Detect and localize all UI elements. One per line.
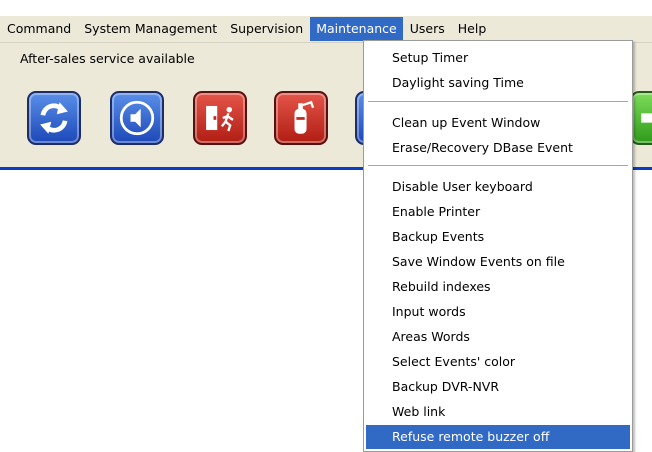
menu-system-management[interactable]: System Management <box>78 17 223 41</box>
menu-item-erase-recovery-dbase-event[interactable]: Erase/Recovery DBase Event <box>366 136 630 160</box>
menu-item-refuse-remote-buzzer-off[interactable]: Refuse remote buzzer off <box>366 425 630 449</box>
mute-button[interactable] <box>110 91 164 145</box>
menu-command[interactable]: Command <box>1 17 77 41</box>
status-text: After-sales service available <box>20 51 195 66</box>
menu-item-rebuild-indexes[interactable]: Rebuild indexes <box>366 275 630 299</box>
menu-supervision[interactable]: Supervision <box>224 17 309 41</box>
menu-item-enable-printer[interactable]: Enable Printer <box>366 200 630 224</box>
menu-item-disable-user-keyboard[interactable]: Disable User keyboard <box>366 175 630 199</box>
menu-item-setup-timer[interactable]: Setup Timer <box>366 46 630 70</box>
plus-icon <box>641 113 652 123</box>
maintenance-menu: Setup Timer Daylight saving Time Clean u… <box>363 40 633 452</box>
fire-extinguisher-icon <box>294 100 315 134</box>
menu-item-save-window-events[interactable]: Save Window Events on file <box>366 250 630 274</box>
menu-separator <box>368 101 628 103</box>
menu-bar: Command System Management Supervision Ma… <box>0 16 652 42</box>
menu-separator <box>368 165 628 167</box>
menu-item-web-link[interactable]: Web link <box>366 400 630 424</box>
menu-item-clean-up-event-window[interactable]: Clean up Event Window <box>366 111 630 135</box>
menu-item-backup-events[interactable]: Backup Events <box>366 225 630 249</box>
menu-item-select-events-color[interactable]: Select Events' color <box>366 350 630 374</box>
menu-users[interactable]: Users <box>404 17 451 41</box>
add-button-partial[interactable] <box>630 91 652 145</box>
fire-extinguisher-button[interactable] <box>274 91 328 145</box>
refresh-icon <box>40 102 68 134</box>
menu-item-backup-dvr-nvr[interactable]: Backup DVR-NVR <box>366 375 630 399</box>
menu-item-input-words[interactable]: Input words <box>366 300 630 324</box>
speaker-mute-icon <box>119 100 155 136</box>
menu-maintenance[interactable]: Maintenance <box>310 17 403 41</box>
refresh-button[interactable] <box>27 91 81 145</box>
menu-help[interactable]: Help <box>452 17 493 41</box>
menu-item-areas-words[interactable]: Areas Words <box>366 325 630 349</box>
emergency-exit-button[interactable] <box>193 91 247 145</box>
emergency-exit-icon <box>206 105 234 132</box>
menu-item-daylight-saving-time[interactable]: Daylight saving Time <box>366 71 630 95</box>
